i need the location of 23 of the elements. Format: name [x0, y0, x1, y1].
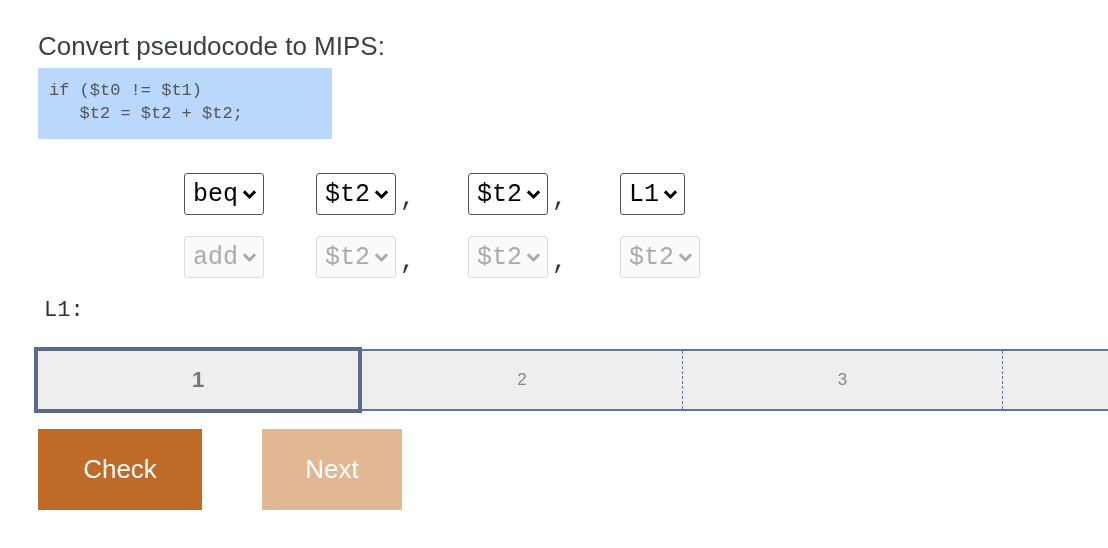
prompt-text: Convert pseudocode to MIPS: [38, 30, 385, 62]
chevron-down-icon [374, 188, 389, 200]
chevron-down-icon [374, 251, 389, 263]
chevron-down-icon [678, 251, 693, 263]
chevron-down-icon [663, 188, 678, 200]
progress-step[interactable]: 2 [362, 351, 682, 409]
progress-step[interactable]: 1 [34, 347, 362, 413]
code-label: L1: [44, 298, 84, 323]
chevron-down-icon [242, 188, 257, 200]
dropdown[interactable]: L1 [620, 173, 685, 215]
code-block: if ($t0 != $t1) $t2 = $t2 + $t2; [38, 68, 332, 139]
comma: , [552, 183, 568, 215]
chevron-down-icon [526, 251, 541, 263]
chevron-down-icon [526, 188, 541, 200]
dropdown[interactable]: $t2 [316, 173, 396, 215]
dropdown[interactable]: $t2 [468, 173, 548, 215]
dropdown[interactable]: beq [184, 173, 264, 215]
comma: , [400, 183, 416, 215]
chevron-down-icon [242, 251, 257, 263]
progress-step[interactable]: 3 [682, 351, 1002, 409]
comma: , [400, 246, 416, 278]
comma: , [552, 246, 568, 278]
check-button[interactable]: Check [38, 429, 202, 510]
